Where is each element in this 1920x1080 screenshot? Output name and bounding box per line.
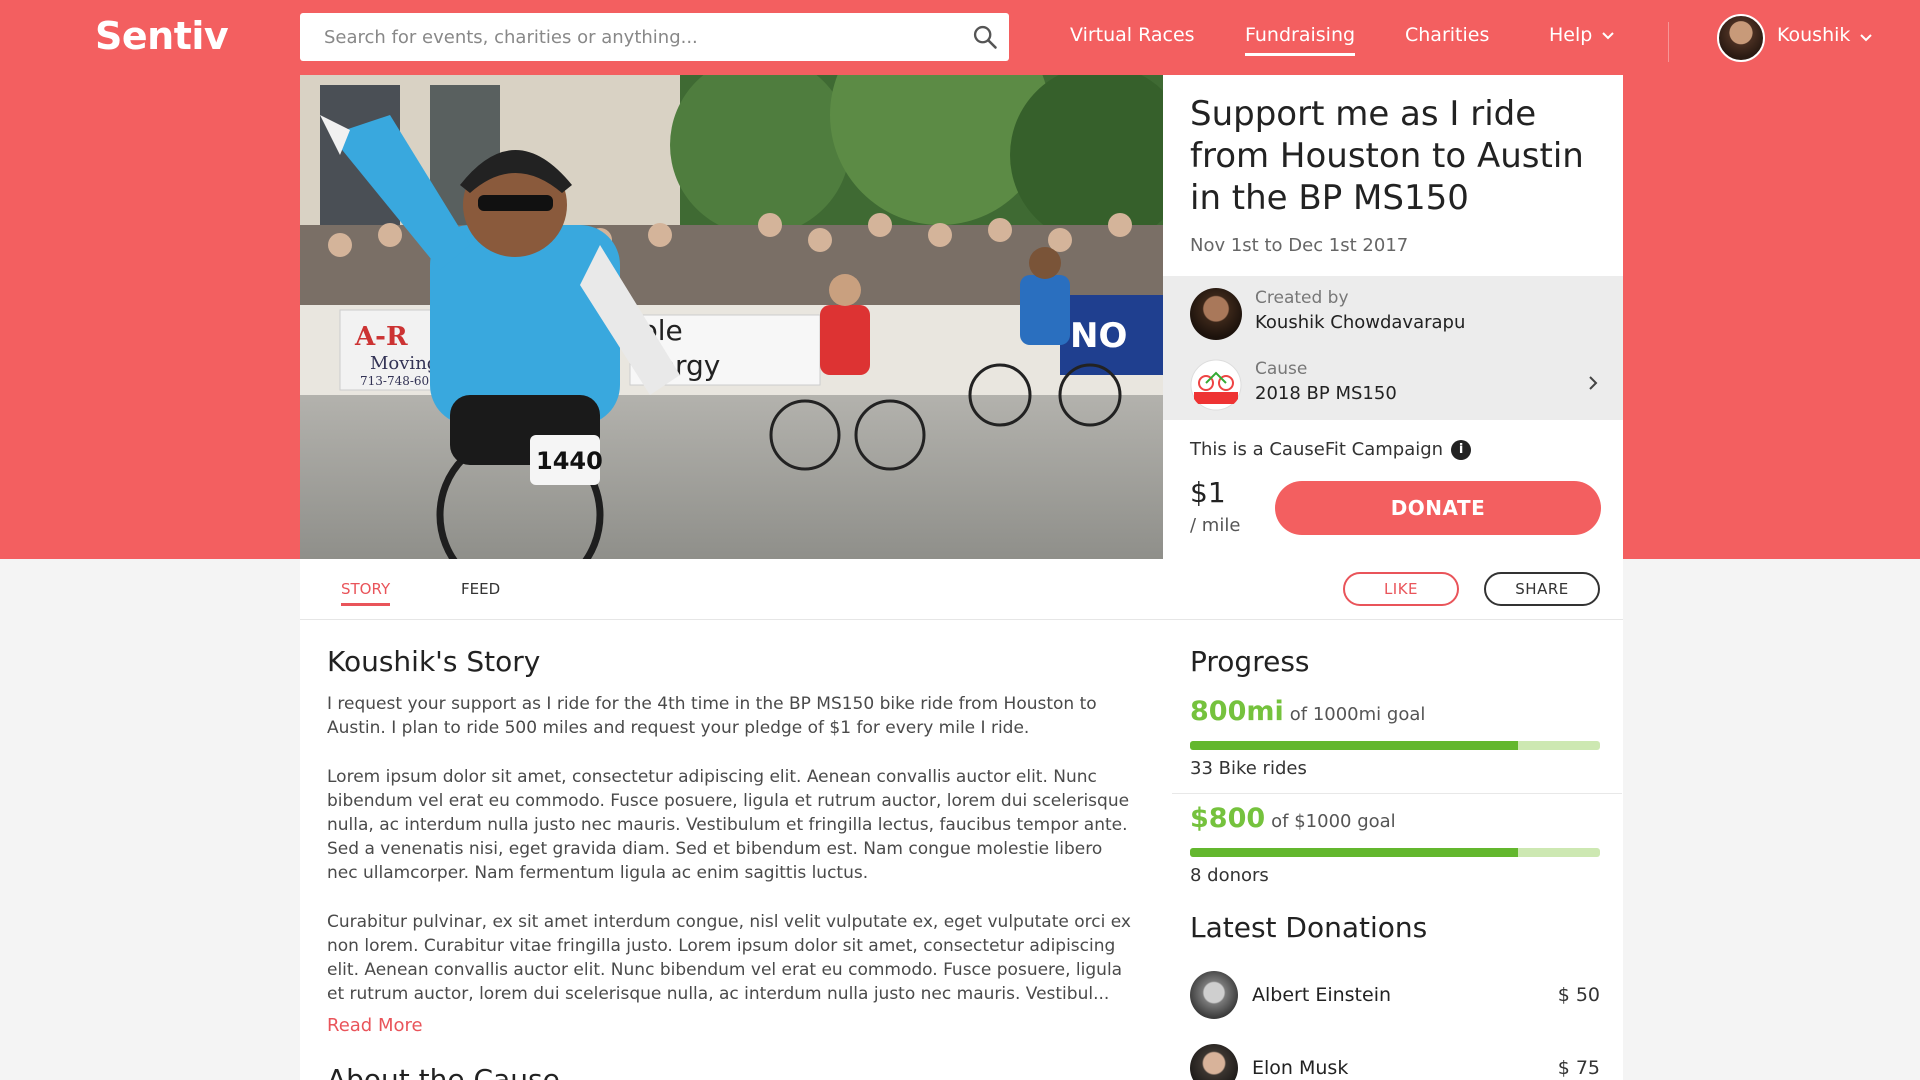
latest-donations-title: Latest Donations <box>1190 911 1428 944</box>
campaign-photo: A-R Moving 713-748-6024 ple nergy NO 144… <box>300 75 1163 559</box>
nav-fundraising[interactable]: Fundraising <box>1245 24 1356 56</box>
distance-progress: 800mi of 1000mi goal <box>1190 696 1425 727</box>
donation-item[interactable]: Albert Einstein $ 50 <box>1190 971 1600 1023</box>
money-value: $800 <box>1190 803 1266 834</box>
causefit-text: This is a CauseFit Campaign <box>1190 439 1444 460</box>
chevron-down-icon[interactable] <box>1858 30 1874 46</box>
distance-value: 800mi <box>1190 696 1284 727</box>
campaign-card: Support me as I ride from Houston to Aus… <box>1163 75 1623 559</box>
photo-sign-text: 1440 <box>536 447 603 475</box>
donate-button[interactable]: DONATE <box>1275 481 1601 535</box>
distance-goal: of 1000mi goal <box>1289 704 1426 725</box>
money-progress-bar <box>1190 848 1600 857</box>
money-progress: $800 of $1000 goal <box>1190 803 1396 834</box>
search-input[interactable] <box>300 13 964 61</box>
donation-amount: $ 50 <box>1557 984 1600 1006</box>
cause-label: Cause <box>1255 359 1308 379</box>
cause-row[interactable]: Cause 2018 BP MS150 <box>1163 349 1623 419</box>
campaign-meta: Created by Koushik Chowdavarapu Cause 20… <box>1163 276 1623 420</box>
progress-divider <box>1172 793 1622 794</box>
photo-sign-text: A-R <box>354 322 408 352</box>
nav-virtual-races[interactable]: Virtual Races <box>1070 24 1195 46</box>
money-progress-fill <box>1190 848 1518 857</box>
donor-name: Albert Einstein <box>1252 984 1392 1006</box>
nav-help-label: Help <box>1549 24 1593 46</box>
distance-progress-fill <box>1190 741 1518 750</box>
donors-count: 8 donors <box>1190 865 1269 886</box>
tab-feed[interactable]: FEED <box>461 580 500 598</box>
creator-name[interactable]: Koushik Chowdavarapu <box>1255 312 1465 333</box>
about-cause-title: About the Cause <box>327 1063 560 1080</box>
money-goal: of $1000 goal <box>1271 811 1396 832</box>
campaign-dates: Nov 1st to Dec 1st 2017 <box>1190 235 1409 256</box>
photo-sign-text: Moving <box>370 353 438 374</box>
tab-story[interactable]: STORY <box>341 580 391 606</box>
nav-charities[interactable]: Charities <box>1405 24 1489 46</box>
donation-amount: $ 75 <box>1557 1057 1600 1079</box>
read-more-link[interactable]: Read More <box>327 1015 423 1036</box>
search-bar[interactable] <box>300 13 1009 61</box>
chevron-down-icon <box>1602 31 1615 39</box>
progress-title: Progress <box>1190 645 1310 678</box>
tab-bar: STORY FEED LIKE SHARE <box>300 559 1623 620</box>
created-by-label: Created by <box>1255 288 1349 308</box>
donor-avatar <box>1190 1044 1238 1080</box>
cause-name[interactable]: 2018 BP MS150 <box>1255 383 1397 404</box>
story-title: Koushik's Story <box>327 645 541 678</box>
story-paragraph: Lorem ipsum dolor sit amet, consectetur … <box>327 767 1130 883</box>
user-avatar[interactable] <box>1717 14 1765 62</box>
creator-avatar <box>1190 288 1242 340</box>
like-button[interactable]: LIKE <box>1343 572 1459 606</box>
share-button[interactable]: SHARE <box>1484 572 1600 606</box>
cause-logo-icon <box>1190 359 1242 411</box>
donor-name: Elon Musk <box>1252 1057 1349 1079</box>
campaign-title: Support me as I ride from Houston to Aus… <box>1190 94 1584 218</box>
main-content: Koushik's Story I request your support a… <box>300 620 1623 1080</box>
donor-avatar <box>1190 971 1238 1019</box>
pledge-rate-unit: / mile <box>1190 515 1241 536</box>
nav-help[interactable]: Help <box>1549 24 1616 46</box>
photo-sign-text: NO <box>1070 316 1127 356</box>
search-icon[interactable] <box>971 23 999 51</box>
causefit-note: This is a CauseFit Campaign i <box>1190 439 1472 460</box>
distance-progress-bar <box>1190 741 1600 750</box>
pledge-rate: $1 <box>1190 476 1226 509</box>
sentiv-logo[interactable]: Sentiv <box>95 14 229 58</box>
header-divider <box>1668 22 1669 62</box>
story-paragraph: I request your support as I ride for the… <box>327 694 1097 738</box>
rides-count: 33 Bike rides <box>1190 758 1307 779</box>
creator-row[interactable]: Created by Koushik Chowdavarapu <box>1163 278 1623 348</box>
story-paragraph: Curabitur pulvinar, ex sit amet interdum… <box>327 912 1131 1004</box>
info-icon[interactable]: i <box>1451 440 1472 460</box>
user-name[interactable]: Koushik <box>1777 24 1850 46</box>
donation-item[interactable]: Elon Musk $ 75 <box>1190 1044 1600 1080</box>
chevron-right-icon[interactable] <box>1583 373 1603 393</box>
